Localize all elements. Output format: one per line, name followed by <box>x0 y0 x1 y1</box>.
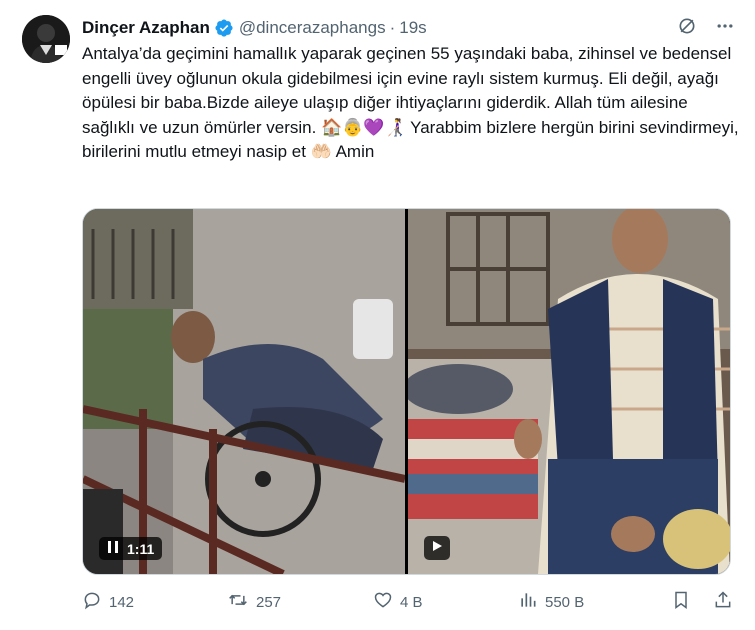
grok-icon[interactable] <box>677 16 697 41</box>
views-icon <box>518 590 538 614</box>
repost-icon <box>227 590 249 614</box>
avatar[interactable] <box>22 15 70 63</box>
header-separator: · <box>389 18 396 37</box>
tweet-actions: 142 257 4 B 550 B <box>82 588 733 616</box>
repost-button[interactable]: 257 <box>227 590 373 614</box>
video-duration: 1:11 <box>127 540 155 557</box>
tweet-text: Antalya’da geçimini hamallık yaparak geç… <box>82 44 739 161</box>
reply-icon <box>82 590 102 614</box>
views-button[interactable]: 550 B <box>518 590 658 614</box>
author-handle[interactable]: @dincerazaphangs <box>239 18 386 38</box>
like-count: 4 B <box>400 593 423 611</box>
play-badge[interactable] <box>424 536 450 560</box>
avatar-image <box>22 15 70 63</box>
media-grid: 1:11 <box>82 208 731 575</box>
play-icon <box>431 539 443 557</box>
views-count: 550 B <box>545 593 585 611</box>
video-thumbnail-2[interactable] <box>408 209 730 574</box>
tweet-header: Dinçer Azaphan @dincerazaphangs · 19s <box>82 16 735 40</box>
author-name[interactable]: Dinçer Azaphan <box>82 18 210 38</box>
verified-badge-icon[interactable] <box>214 18 234 38</box>
video-1-image <box>83 209 405 574</box>
share-icon[interactable] <box>713 590 733 614</box>
repost-count: 257 <box>256 593 282 611</box>
like-button[interactable]: 4 B <box>373 590 518 614</box>
bookmark-icon[interactable] <box>671 590 691 614</box>
video-duration-badge[interactable]: 1:11 <box>99 537 163 560</box>
tweet-timestamp[interactable]: 19s <box>399 18 426 38</box>
more-icon[interactable] <box>715 16 735 41</box>
reply-button[interactable]: 142 <box>82 590 227 614</box>
reply-count: 142 <box>109 593 135 611</box>
pause-icon <box>107 540 119 557</box>
video-thumbnail-1[interactable]: 1:11 <box>83 209 405 574</box>
like-icon <box>373 590 393 614</box>
video-2-image <box>408 209 730 574</box>
